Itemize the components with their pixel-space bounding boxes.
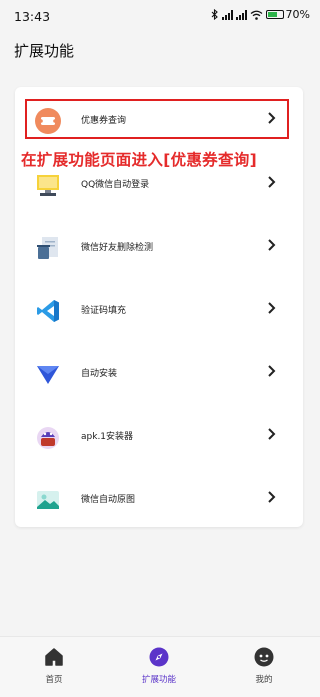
tab-label: 我的 (255, 675, 273, 685)
page-title: 扩展功能 (14, 42, 75, 60)
image-icon (37, 491, 59, 509)
tab-label: 扩展功能 (141, 675, 176, 685)
status-bar: 13:43 70% (0, 0, 320, 30)
list-item-verification-code-fill[interactable]: 验证码填充 (15, 290, 303, 330)
list-item-label: QQ微信自动登录 (81, 180, 150, 190)
list-item-wechat-auto-original-image[interactable]: 微信自动原图 (15, 479, 303, 519)
list-item-label: 验证码填充 (81, 306, 127, 316)
trash-document-icon (37, 237, 58, 259)
highlight-box (25, 99, 289, 139)
list-item-apk-installer[interactable]: apk.1安装器 (15, 416, 303, 456)
annotation-text: 在扩展功能页面进入[优惠券查询] (21, 151, 257, 169)
list-item-qq-wechat-login[interactable]: QQ微信自动登录 (15, 164, 303, 204)
list-item-friend-delete-check[interactable]: 微信好友删除检测 (15, 227, 303, 267)
chevron-right-icon (268, 176, 276, 188)
bottom-tab-bar: 首页 扩展功能 我的 (0, 636, 320, 697)
chevron-right-icon (268, 365, 276, 377)
list-item-label: 微信自动原图 (81, 495, 136, 505)
android-robot-icon (37, 427, 59, 449)
compass-icon (149, 647, 169, 667)
list-item-label: 自动安装 (81, 369, 118, 379)
tab-profile[interactable]: 我的 (224, 647, 304, 685)
list-item-label: apk.1安装器 (81, 432, 134, 442)
tab-extensions[interactable]: 扩展功能 (119, 647, 199, 685)
vscode-icon (37, 300, 59, 322)
status-time: 13:43 (14, 9, 51, 24)
battery-value: 70 (285, 8, 300, 21)
battery-percent: 70% (286, 8, 310, 21)
tab-label: 首页 (45, 675, 63, 685)
wifi-icon (250, 10, 262, 20)
battery-icon: 70% (265, 8, 310, 21)
list-item-auto-install[interactable]: 自动安装 (15, 353, 303, 393)
home-icon (45, 648, 63, 666)
chevron-right-icon (268, 428, 276, 440)
chevron-right-icon (268, 491, 276, 503)
install-triangle-icon (37, 366, 59, 384)
bluetooth-icon (211, 9, 218, 20)
status-icons: 70% (211, 8, 310, 21)
list-item-label: 微信好友删除检测 (81, 243, 154, 253)
signal-icon (221, 9, 233, 20)
battery-unit: % (299, 8, 310, 21)
tab-home[interactable]: 首页 (14, 647, 94, 685)
signal-icon-2 (235, 9, 247, 20)
chevron-right-icon (268, 239, 276, 251)
profile-icon (254, 647, 274, 667)
chevron-right-icon (268, 302, 276, 314)
computer-icon (37, 175, 59, 196)
